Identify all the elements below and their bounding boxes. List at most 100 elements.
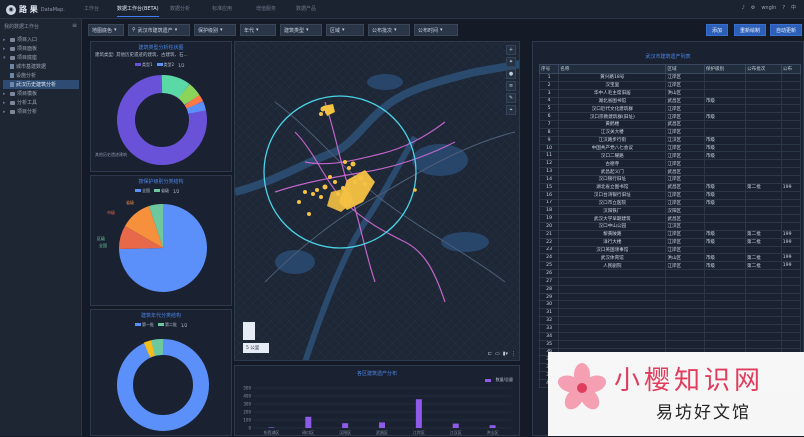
table-row[interactable]: 26 (538, 269, 802, 278)
table-row[interactable]: 31 (538, 308, 802, 318)
table-row[interactable]: 10 中国共产党八七会议 江岸区 市级 (538, 143, 802, 153)
stats-icon[interactable]: ▮▾ (503, 351, 508, 357)
column-header[interactable]: 公布批次 (745, 64, 782, 74)
nav-tab-analysis[interactable]: 数据分析 (170, 5, 190, 12)
filter-batch[interactable]: 公布批次 ▾ (368, 24, 410, 36)
ruler-icon[interactable]: ✎ (506, 93, 516, 103)
table-row[interactable]: 20 汉口中山公园 江汉区 (538, 222, 802, 231)
sidebar-item[interactable]: ▸ 项目入口 (3, 35, 79, 44)
user-name[interactable]: wngln (761, 5, 776, 11)
table-row[interactable]: 6 汉口宗教建筑群(旧址) 江岸区 市级 (538, 112, 802, 122)
table-row[interactable]: 3 华中人毛主席旧居 洪山区 (538, 88, 802, 98)
table-row[interactable]: 25 人民剧院 江岸区 市级 第二批 199 (538, 261, 802, 271)
map-view[interactable]: 5 公里 + ✦ ● ≡ ✎ ⌖ ⊏ ▭ ▮▾ ⋮ (234, 41, 520, 361)
bar[interactable] (452, 423, 459, 428)
table-row[interactable]: 12 古德寺 江岸区 (538, 159, 802, 169)
pie1-slice-blue[interactable] (186, 101, 206, 114)
table-row[interactable]: 16 汉口台湾银行旧址 江岸区 市级 (538, 190, 802, 200)
auto-update-button[interactable]: 自动更新 (770, 24, 802, 36)
sidebar-item[interactable]: 武汉历史建筑分析 (3, 80, 79, 89)
map-style-select[interactable]: 地图底色 ▾ (88, 24, 124, 36)
crop-icon[interactable]: ⊏ (488, 351, 492, 357)
nav-tab-standard[interactable]: 标准应用 (212, 5, 232, 12)
chevron-right-icon[interactable]: ▸ (3, 37, 8, 43)
column-header[interactable]: 序号 (538, 64, 560, 74)
zoom-control[interactable] (243, 322, 255, 340)
bar[interactable] (379, 422, 385, 428)
table-row[interactable]: 19 武汉大学早期建筑 武昌区 (538, 214, 802, 224)
chevron-down-icon[interactable]: ▾ (3, 55, 8, 61)
compass-icon[interactable]: ✦ (506, 57, 516, 67)
table-row[interactable]: 27 (538, 276, 802, 286)
table-row[interactable]: 14 汉口银行旧址 江岸区 (538, 174, 802, 184)
table-row[interactable]: 30 (538, 300, 802, 310)
sidebar-item[interactable]: 设施分析 (3, 71, 79, 80)
pie1-slice-green[interactable] (161, 75, 190, 99)
table-row[interactable]: 28 (538, 284, 802, 294)
pie1-slice-orange[interactable] (184, 94, 204, 110)
table-row[interactable]: 5 汉口近代文化建筑群 江岸区 (538, 104, 802, 114)
filter-protection-level[interactable]: 保护级别 ▾ (194, 24, 236, 36)
bar[interactable] (489, 425, 496, 428)
table-row[interactable]: 8 江汉关大楼 江岸区 (538, 127, 802, 137)
sidebar-item[interactable]: 城市基建数据 (3, 62, 79, 71)
collapse-icon[interactable]: ≡ (72, 22, 77, 29)
table-row[interactable]: 35 (538, 339, 802, 349)
nav-tab-workspace[interactable]: 工作台 (84, 5, 99, 12)
bar[interactable] (415, 399, 422, 428)
sidebar-item[interactable]: ▾ 项目底座 (3, 53, 79, 62)
help-icon[interactable]: ? (782, 5, 785, 11)
column-header[interactable]: 保护级别 (703, 64, 747, 74)
grid-icon[interactable]: ▭ (495, 351, 500, 357)
language-toggle[interactable]: 中 (791, 4, 796, 11)
settings-icon[interactable]: ⚙ (751, 5, 755, 11)
chevron-right-icon[interactable]: ▸ (3, 109, 8, 115)
table-row[interactable]: 34 (538, 331, 802, 341)
location-pin-icon[interactable]: ● (506, 69, 516, 79)
layers-icon[interactable]: ≡ (506, 81, 516, 91)
filter-publish-time[interactable]: 公布时间 ▾ (414, 24, 458, 36)
layer-select[interactable]: ⚲ 武汉市建筑遗产 ▾ (128, 24, 190, 36)
add-button[interactable]: 添加 (706, 24, 728, 36)
sidebar-item[interactable]: ▸ 项目分析 (3, 107, 79, 116)
pie3-ring-main[interactable] (117, 339, 209, 431)
table-row[interactable]: 7 黄鹤楼 武昌区 (538, 120, 802, 129)
bar[interactable] (305, 416, 312, 428)
filter-district[interactable]: 区域 ▾ (326, 24, 364, 36)
app-logo[interactable]: ◉ 路 果 DataMap. (6, 4, 65, 15)
bar[interactable] (268, 427, 275, 428)
table-row[interactable]: 15 湖北省立图书馆 武昌区 市级 第二批 199 (538, 182, 802, 192)
chevron-right-icon[interactable]: ▸ (3, 100, 8, 106)
pie3-slice-yellow[interactable] (143, 340, 156, 358)
column-header[interactable]: 公布 (780, 64, 802, 74)
sidebar-item[interactable]: ▸ 分析工具 (3, 98, 79, 107)
table-row[interactable]: 32 (538, 316, 802, 325)
column-header[interactable]: 名称 (558, 64, 667, 74)
map-canvas[interactable] (235, 42, 520, 361)
table-row[interactable]: 33 (538, 324, 802, 333)
table-row[interactable]: 23 汉口英国领事馆 江岸区 (538, 245, 802, 255)
table-row[interactable]: 18 汉阳铁厂 汉阳区 (538, 206, 802, 216)
nav-tab-value-added[interactable]: 增值服务 (256, 5, 276, 12)
chevron-right-icon[interactable]: ▸ (3, 91, 8, 97)
table-row[interactable]: 24 武汉体育馆 洪山区 市级 第二批 199 (538, 253, 802, 263)
table-row[interactable]: 9 江汉路步行街 江汉区 市级 (538, 135, 802, 145)
zoom-in-icon[interactable]: + (506, 45, 516, 55)
table-row[interactable]: 21 黎黄陂路 江岸区 市级 第二批 199 (538, 229, 802, 239)
table-row[interactable]: 1 黄兴路18号 江岸区 (538, 73, 802, 82)
redraw-button[interactable]: 重新绘制 (734, 24, 766, 36)
draw-icon[interactable]: ⌖ (506, 105, 516, 115)
table-row[interactable]: 2 汉宝里 江岸区 (538, 80, 802, 90)
table-row[interactable]: 22 洋行大楼 江岸区 市级 第二批 199 (538, 237, 802, 247)
chevron-right-icon[interactable]: ▸ (3, 46, 8, 52)
filter-building-type[interactable]: 建筑类型 ▾ (280, 24, 322, 36)
sidebar-item[interactable]: ▸ 项目模板 (3, 89, 79, 98)
pie1-slice-lime[interactable] (178, 83, 200, 106)
nav-tab-products[interactable]: 数据产品 (296, 5, 316, 12)
table-row[interactable]: 4 湖北省图书馆 武昌区 市级 (538, 96, 802, 106)
table-row[interactable]: 17 汉口市立医院 江岸区 市级 (538, 198, 802, 208)
table-row[interactable]: 11 汉口二曜路 江岸区 市级 (538, 151, 802, 161)
bar[interactable] (342, 423, 349, 428)
sidebar-item[interactable]: ▸ 项目面板 (3, 44, 79, 53)
column-header[interactable]: 区域 (665, 64, 705, 74)
